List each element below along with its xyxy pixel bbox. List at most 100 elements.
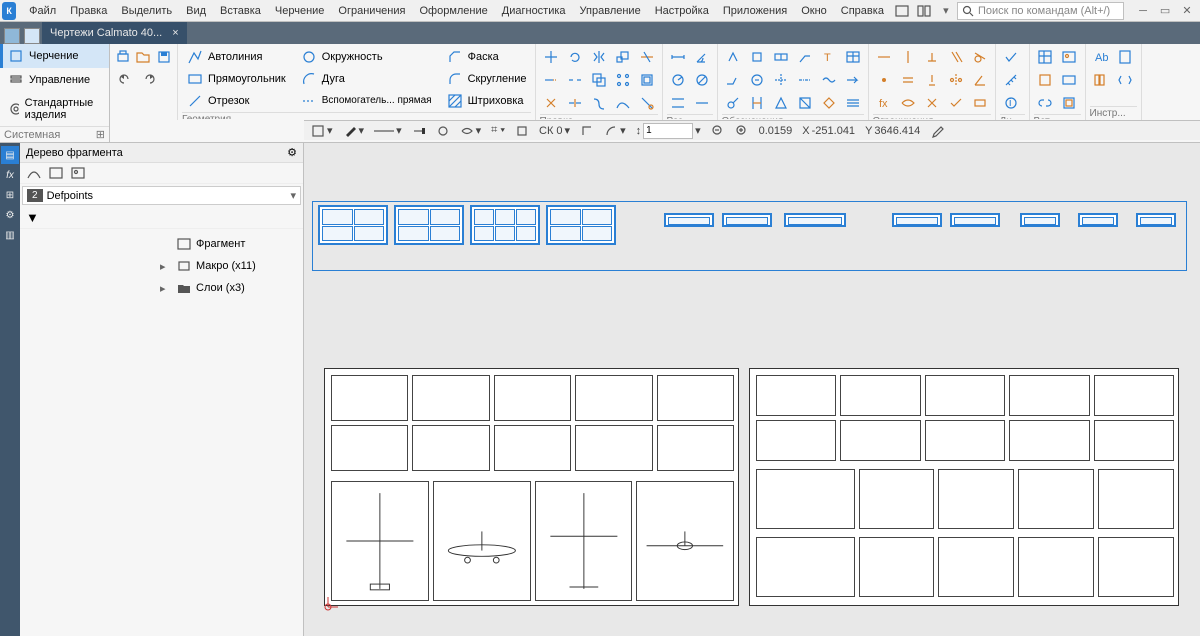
con-del[interactable] — [921, 92, 943, 114]
tool-delete[interactable] — [540, 92, 562, 114]
panel-tool-1[interactable] — [26, 166, 42, 180]
dim-radial[interactable] — [667, 69, 689, 91]
con-equal[interactable] — [897, 69, 919, 91]
tool-equidist[interactable] — [588, 92, 610, 114]
con-dim[interactable] — [969, 92, 991, 114]
open-icon[interactable] — [134, 46, 152, 68]
scale-input[interactable] — [643, 123, 693, 139]
vtab-vars[interactable]: ⚙ — [1, 206, 19, 224]
tree-fragment[interactable]: Фрагмент — [20, 233, 303, 255]
ins-macro[interactable] — [1034, 69, 1056, 91]
tl-lib[interactable] — [1090, 69, 1112, 91]
vtab-props[interactable]: ⊞ — [1, 186, 19, 204]
tool-segment[interactable]: Отрезок — [182, 90, 290, 112]
snap-icon[interactable] — [512, 124, 532, 138]
menu-help[interactable]: Справка — [834, 3, 891, 19]
redo-icon[interactable] — [138, 68, 160, 90]
menu-window[interactable]: Окно — [794, 3, 834, 19]
filter-icon[interactable]: ▼ — [26, 210, 39, 225]
tab-icon-2[interactable] — [24, 28, 40, 44]
scale-field[interactable]: ↕ ▾ — [633, 123, 704, 139]
con-vert[interactable] — [897, 46, 919, 68]
pencil-icon[interactable]: ▾ — [340, 124, 368, 138]
dim-auto[interactable] — [667, 92, 689, 114]
linetype-icon[interactable]: ▾ — [371, 124, 405, 137]
note-brand[interactable] — [794, 92, 816, 114]
menu-select[interactable]: Выделить — [114, 3, 179, 19]
ins-image[interactable] — [1058, 46, 1080, 68]
mini-sheet[interactable] — [318, 205, 388, 245]
tree-layers[interactable]: ▸ Слои (x3) — [20, 277, 303, 299]
tool-mirror[interactable] — [588, 46, 610, 68]
drawing-sheet-1[interactable] — [324, 368, 739, 606]
tab-manage[interactable]: Управление — [0, 68, 109, 92]
menu-draw[interactable]: Черчение — [268, 3, 332, 19]
tool-extend[interactable] — [540, 69, 562, 91]
note-pos[interactable] — [722, 92, 744, 114]
tool-rotate[interactable] — [564, 46, 586, 68]
menu-diag[interactable]: Диагностика — [495, 3, 573, 19]
panel-tool-2[interactable] — [48, 166, 64, 180]
con-tangent[interactable] — [969, 46, 991, 68]
note-rough[interactable] — [722, 46, 744, 68]
con-fix[interactable] — [921, 69, 943, 91]
tl-calc[interactable] — [1114, 46, 1136, 68]
zoom-out-icon[interactable] — [708, 124, 728, 138]
con-angle[interactable] — [969, 69, 991, 91]
drawing-sheet-2[interactable] — [749, 368, 1179, 606]
minimize-button[interactable]: ─ — [1132, 1, 1154, 21]
note-multi[interactable] — [842, 92, 864, 114]
dim-icon[interactable] — [433, 124, 453, 138]
tab-drawing[interactable]: Черчение — [0, 44, 109, 68]
ins-frag[interactable] — [1034, 46, 1056, 68]
tool-hatch[interactable]: Штриховка — [442, 90, 531, 112]
note-axis[interactable] — [794, 69, 816, 91]
note-base[interactable] — [746, 46, 768, 68]
menu-insert[interactable]: Вставка — [213, 3, 268, 19]
tab-standard-parts[interactable]: Стандартные изделия — [0, 92, 109, 126]
menu-settings[interactable]: Настройка — [648, 3, 716, 19]
layout-icon-2[interactable] — [913, 1, 935, 21]
tool-scale[interactable] — [612, 46, 634, 68]
expand-icon[interactable]: ▸ — [160, 260, 172, 273]
con-horiz[interactable] — [873, 46, 895, 68]
mini-sheet[interactable] — [1020, 213, 1060, 227]
round-icon[interactable]: ▾ — [601, 124, 629, 138]
dim-angular[interactable] — [691, 46, 713, 68]
eye-icon[interactable]: ▾ — [457, 124, 485, 138]
vtab-tree[interactable]: ▤ — [1, 146, 19, 164]
con-sym[interactable] — [945, 69, 967, 91]
con-auto[interactable] — [945, 92, 967, 114]
menu-edit[interactable]: Правка — [63, 3, 114, 19]
vtab-lib[interactable]: ▥ — [1, 226, 19, 244]
drawing-canvas[interactable] — [304, 143, 1200, 636]
document-tab[interactable]: Чертежи Calmato 40... × — [42, 22, 187, 44]
mini-sheet[interactable] — [394, 205, 464, 245]
undo-icon[interactable] — [114, 68, 136, 90]
tool-deform[interactable] — [612, 92, 634, 114]
tool-array[interactable] — [612, 69, 634, 91]
tool-arc[interactable]: Дуга — [296, 68, 436, 90]
con-show[interactable] — [897, 92, 919, 114]
tool-split[interactable] — [564, 92, 586, 114]
note-table[interactable] — [842, 46, 864, 68]
grid-icon[interactable]: ⌗ ▾ — [488, 124, 508, 137]
tool-break[interactable] — [564, 69, 586, 91]
tool-trim[interactable] — [636, 46, 658, 68]
dim-diam[interactable] — [691, 69, 713, 91]
diag-check[interactable] — [1000, 46, 1022, 68]
tool-rectangle[interactable]: Прямоугольник — [182, 68, 290, 90]
print-icon[interactable] — [114, 46, 132, 68]
note-arrow[interactable] — [842, 69, 864, 91]
vtab-fx[interactable]: fx — [1, 166, 19, 184]
tree-macro[interactable]: ▸ Макро (x11) — [20, 255, 303, 277]
note-view[interactable] — [770, 92, 792, 114]
tool-helper-line[interactable]: Вспомогатель... прямая — [296, 90, 436, 112]
menu-manage[interactable]: Управление — [573, 3, 648, 19]
note-weld[interactable] — [722, 69, 744, 91]
mini-sheet[interactable] — [546, 205, 616, 245]
eyedropper-icon[interactable] — [927, 124, 947, 138]
tool-move[interactable] — [540, 46, 562, 68]
note-wave[interactable] — [818, 69, 840, 91]
zoom-in-icon[interactable] — [732, 124, 752, 138]
